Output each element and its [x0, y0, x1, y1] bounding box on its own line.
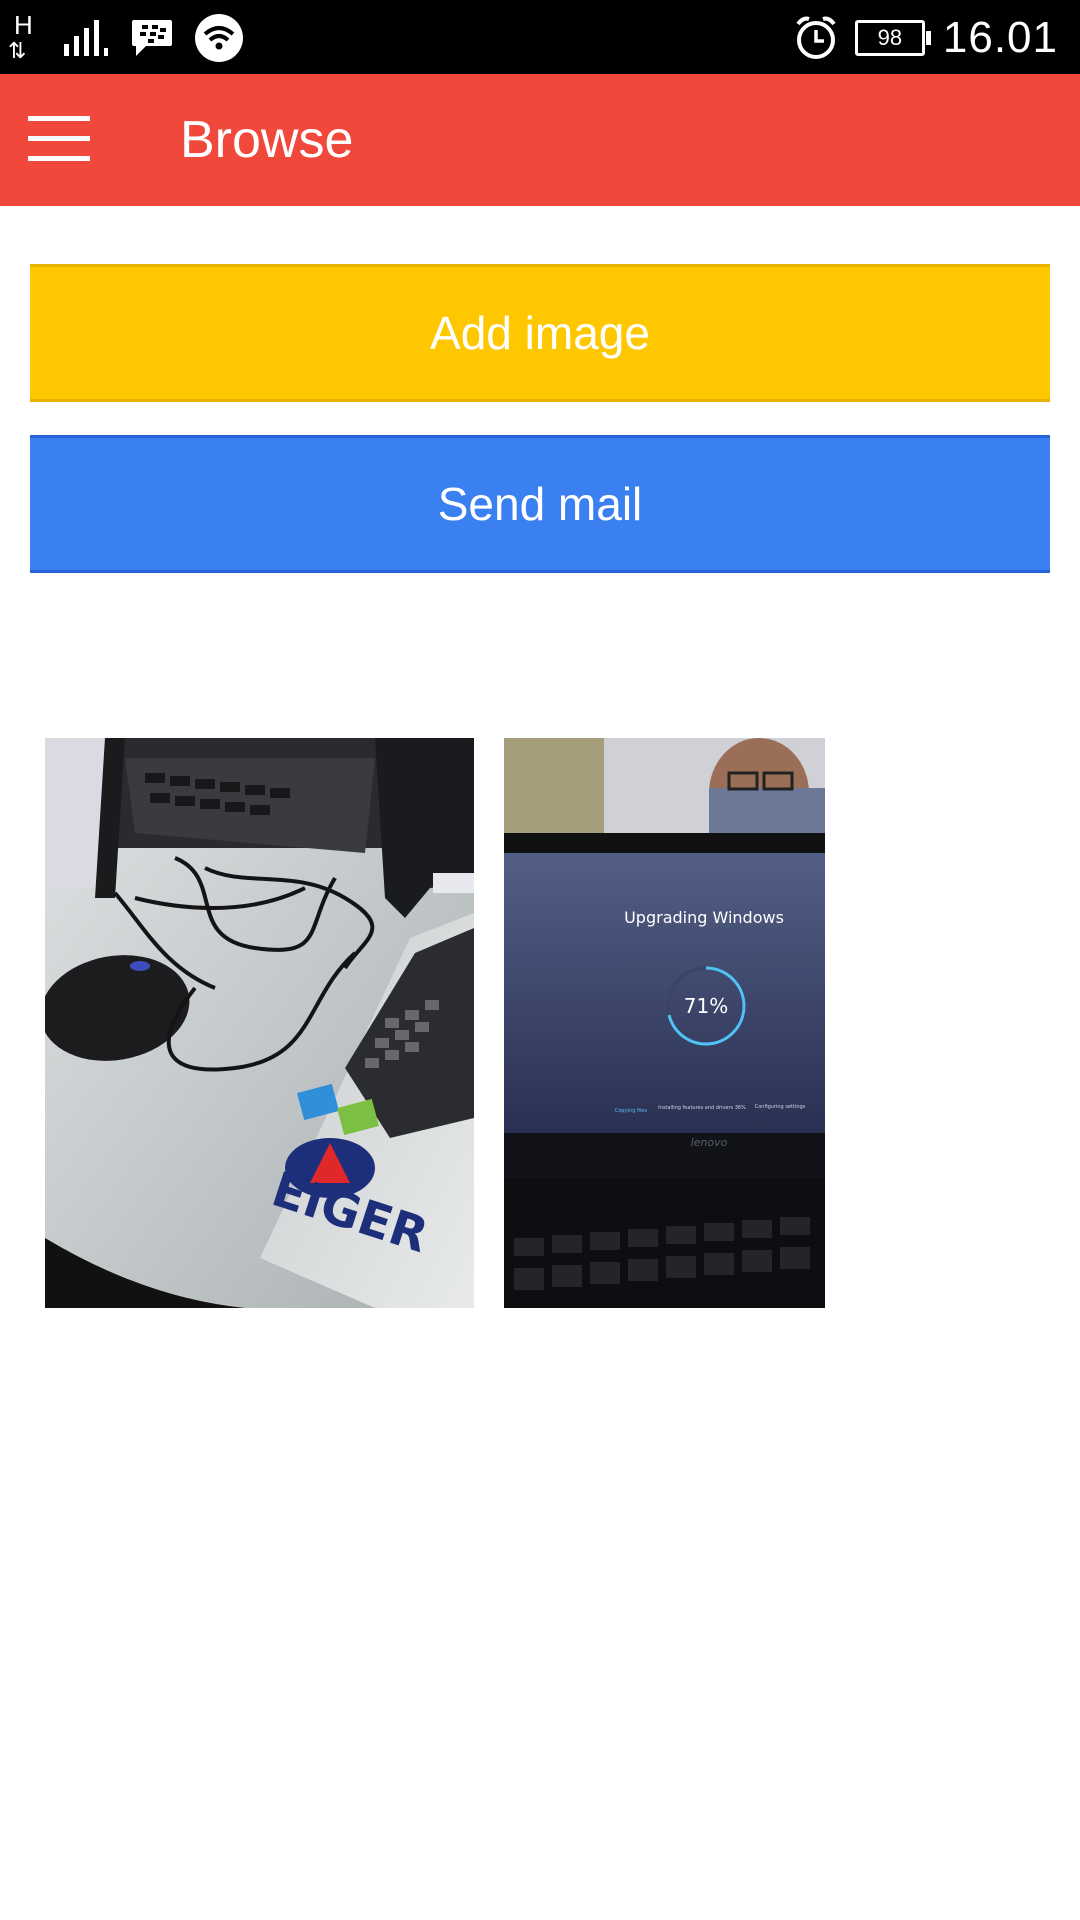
laptop-brand: lenovo [691, 1136, 728, 1149]
windows-upgrade-photo: Upgrading Windows 71% Copying files Inst… [504, 738, 825, 1308]
battery-level: 98 [877, 25, 903, 50]
network-type-icon: H ⇅ [8, 10, 42, 66]
laptop-desk-photo: EIGER [45, 738, 474, 1308]
alarm-icon [796, 16, 836, 59]
status-bar: H ⇅ 98 16.01 [0, 0, 1080, 74]
network-arrows: ⇅ [8, 38, 26, 63]
status-clock: 16.01 [942, 13, 1058, 62]
menu-icon[interactable] [28, 116, 90, 164]
status-left-icons: H ⇅ [8, 10, 244, 66]
upgrade-progress-text: 71% [684, 994, 728, 1018]
upgrade-step-3: Configuring settings [755, 1104, 806, 1110]
image-thumbnail-laptop-desk[interactable]: EIGER [45, 738, 474, 1308]
wifi-icon [195, 14, 243, 62]
image-thumbnail-windows-upgrade[interactable]: Upgrading Windows 71% Copying files Inst… [504, 738, 825, 1308]
bbm-icon [132, 20, 172, 56]
status-right-icons: 98 16.01 [795, 10, 1058, 66]
battery-icon: 98 [854, 20, 931, 56]
signal-icon [64, 20, 108, 56]
page-title: Browse [180, 111, 354, 169]
network-type-label: H [14, 10, 33, 40]
upgrade-step-2: Installing features and drivers 36% [658, 1105, 746, 1111]
app-bar: Browse [0, 74, 1080, 206]
upgrade-step-1: Copying files [615, 1108, 648, 1114]
upgrade-screen-title: Upgrading Windows [624, 908, 784, 927]
send-mail-button[interactable]: Send mail [30, 435, 1050, 573]
add-image-button[interactable]: Add image [30, 264, 1050, 402]
